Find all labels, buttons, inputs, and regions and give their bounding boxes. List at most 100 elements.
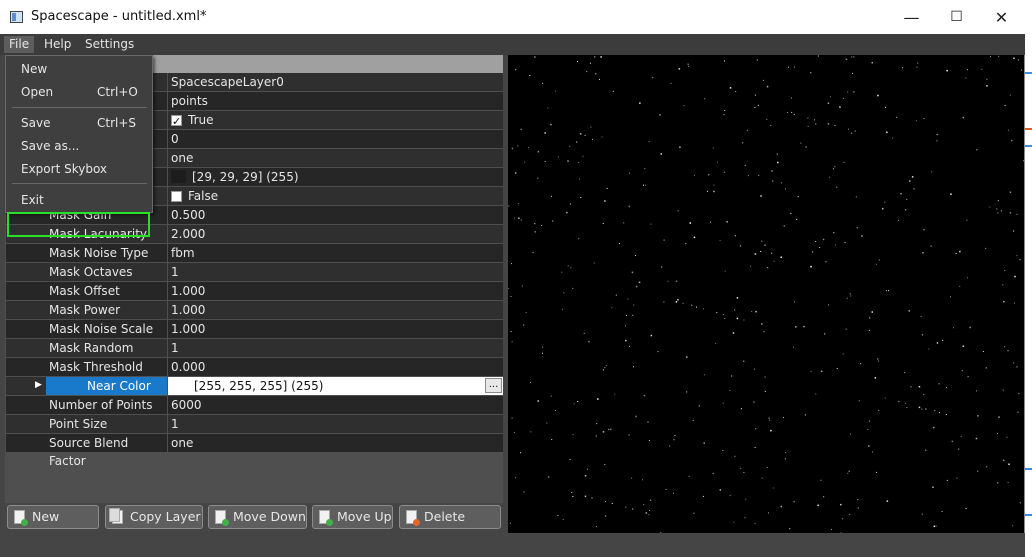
property-row[interactable]: Point Size 1 xyxy=(5,415,503,434)
menu-item-save[interactable]: Save Ctrl+S xyxy=(6,112,152,134)
checkbox[interactable] xyxy=(171,191,182,202)
property-value[interactable]: 1.000 xyxy=(168,301,503,319)
property-value[interactable]: SpacescapeLayer0 xyxy=(168,73,503,91)
color-swatch xyxy=(171,170,186,183)
property-value[interactable]: 1 xyxy=(168,415,503,433)
property-value-text: True xyxy=(188,113,214,127)
move-up-label: Move Up xyxy=(337,509,392,524)
property-value-text: [255, 255, 255] (255) xyxy=(194,379,324,393)
property-row[interactable]: Mask Offset 1.000 xyxy=(5,282,503,301)
property-value[interactable]: 2.000 xyxy=(168,225,503,243)
edge-mark xyxy=(1025,128,1032,130)
skybox-preview-viewport[interactable] xyxy=(508,55,1024,533)
new-layer-button[interactable]: New Layer xyxy=(7,505,99,546)
copy-layer-icon xyxy=(109,508,123,524)
menu-settings[interactable]: Settings xyxy=(80,36,139,53)
move-down-icon xyxy=(215,510,229,526)
window-title: Spacescape - untitled.xml* xyxy=(31,9,207,24)
property-value[interactable]: [29, 29, 29] (255) xyxy=(168,168,503,186)
edge-mark xyxy=(1025,514,1032,516)
maximize-button[interactable]: ☐ xyxy=(934,0,979,34)
property-value-text: [29, 29, 29] (255) xyxy=(192,170,299,184)
edge-mark xyxy=(1025,72,1032,74)
property-value[interactable]: one xyxy=(168,434,503,452)
property-value-text: 1.000 xyxy=(171,322,206,336)
color-picker-button[interactable]: ... xyxy=(485,378,502,393)
export-skybox-highlight xyxy=(7,212,150,237)
property-value[interactable]: 1.000 xyxy=(168,282,503,300)
menu-bar: File Help Settings xyxy=(0,34,1025,55)
property-row[interactable]: Source Blend Factor one xyxy=(5,434,503,468)
property-row[interactable]: Mask Threshold 0.000 xyxy=(5,358,503,377)
property-value[interactable]: 0 xyxy=(168,130,503,148)
property-value-text: 0.000 xyxy=(171,360,206,374)
row-expand-icon[interactable]: ▶ xyxy=(35,380,42,390)
property-value[interactable]: fbm xyxy=(168,244,503,262)
property-value-text: one xyxy=(171,436,194,450)
property-value[interactable]: False xyxy=(168,187,503,205)
property-value[interactable]: 0.000 xyxy=(168,358,503,376)
menu-help[interactable]: Help xyxy=(39,36,76,53)
copy-layer-label: Copy Layer xyxy=(130,509,201,524)
property-value-text: 1.000 xyxy=(171,284,206,298)
property-value-text: 2.000 xyxy=(171,227,206,241)
background-window-edge xyxy=(1025,0,1032,557)
close-button[interactable]: ✕ xyxy=(979,0,1024,34)
delete-layer-button[interactable]: Delete Layer xyxy=(399,505,501,546)
property-row[interactable]: ▶ Near Color [255, 255, 255] (255)... xyxy=(5,377,503,396)
delete-layer-icon xyxy=(406,510,420,526)
copy-layer-button[interactable]: Copy Layer xyxy=(105,505,203,529)
edge-mark xyxy=(1025,145,1032,147)
property-row[interactable]: Mask Random Seed 1 xyxy=(5,339,503,373)
property-name: Number of Points xyxy=(6,396,167,414)
menu-file[interactable]: File xyxy=(4,36,35,53)
menu-item-new[interactable]: New xyxy=(6,58,152,80)
property-value-text: False xyxy=(188,189,219,203)
property-value[interactable]: [255, 255, 255] (255)... xyxy=(168,377,503,395)
property-row[interactable]: Mask Octaves 1 xyxy=(5,263,503,282)
move-up-button[interactable]: Move Up xyxy=(312,505,393,529)
menu-item-save-as[interactable]: Save as... xyxy=(6,135,152,157)
starfield xyxy=(508,55,1024,533)
file-menu-dropdown: New Open Ctrl+O Save Ctrl+S Save as... E… xyxy=(5,55,153,237)
menu-item-exit[interactable]: Exit xyxy=(6,189,152,211)
property-value-text: 0.500 xyxy=(171,208,206,222)
property-value[interactable]: one xyxy=(168,149,503,167)
property-row[interactable]: Number of Points 6000 xyxy=(5,396,503,415)
property-value[interactable]: 1.000 xyxy=(168,320,503,338)
move-down-button[interactable]: Move Down xyxy=(208,505,307,529)
property-name: Mask Noise Type xyxy=(6,244,167,262)
property-value[interactable]: 1 xyxy=(168,339,503,357)
layer-toolbar: New Layer Copy Layer Move Down Move Up D… xyxy=(5,503,503,546)
property-name: Mask Power xyxy=(6,301,167,319)
checkbox[interactable] xyxy=(171,113,182,131)
menu-separator xyxy=(12,107,147,108)
title-bar: Spacescape - untitled.xml* — ☐ ✕ xyxy=(0,0,1025,34)
color-swatch xyxy=(171,377,188,392)
property-value-text: fbm xyxy=(171,246,195,260)
property-row[interactable]: Mask Noise Type fbm xyxy=(5,244,503,263)
menu-item-open[interactable]: Open Ctrl+O xyxy=(6,81,152,103)
property-value[interactable]: True xyxy=(168,111,503,131)
minimize-button[interactable]: — xyxy=(889,0,934,34)
property-value[interactable]: 0.500 xyxy=(168,206,503,224)
menu-item-export-skybox[interactable]: Export Skybox xyxy=(6,158,152,180)
app-window: Spacescape - untitled.xml* — ☐ ✕ File He… xyxy=(0,0,1025,557)
property-row[interactable]: Mask Noise Scale 1.000 xyxy=(5,320,503,339)
move-down-label: Move Down xyxy=(233,509,306,524)
edge-mark xyxy=(1025,468,1032,470)
new-layer-icon xyxy=(14,510,28,526)
property-name: Mask Random Seed xyxy=(6,339,167,373)
property-value-text: one xyxy=(171,151,194,165)
property-value-text: 6000 xyxy=(171,398,202,412)
property-value[interactable]: points xyxy=(168,92,503,110)
property-row[interactable]: Mask Power 1.000 xyxy=(5,301,503,320)
property-value[interactable]: 1 xyxy=(168,263,503,281)
status-bar xyxy=(0,533,1025,557)
property-name: Near Color xyxy=(46,377,167,395)
property-value-text: points xyxy=(171,94,208,108)
property-value-text: 0 xyxy=(171,132,179,146)
app-icon xyxy=(10,11,23,23)
property-value[interactable]: 6000 xyxy=(168,396,503,414)
menu-separator xyxy=(12,183,147,184)
